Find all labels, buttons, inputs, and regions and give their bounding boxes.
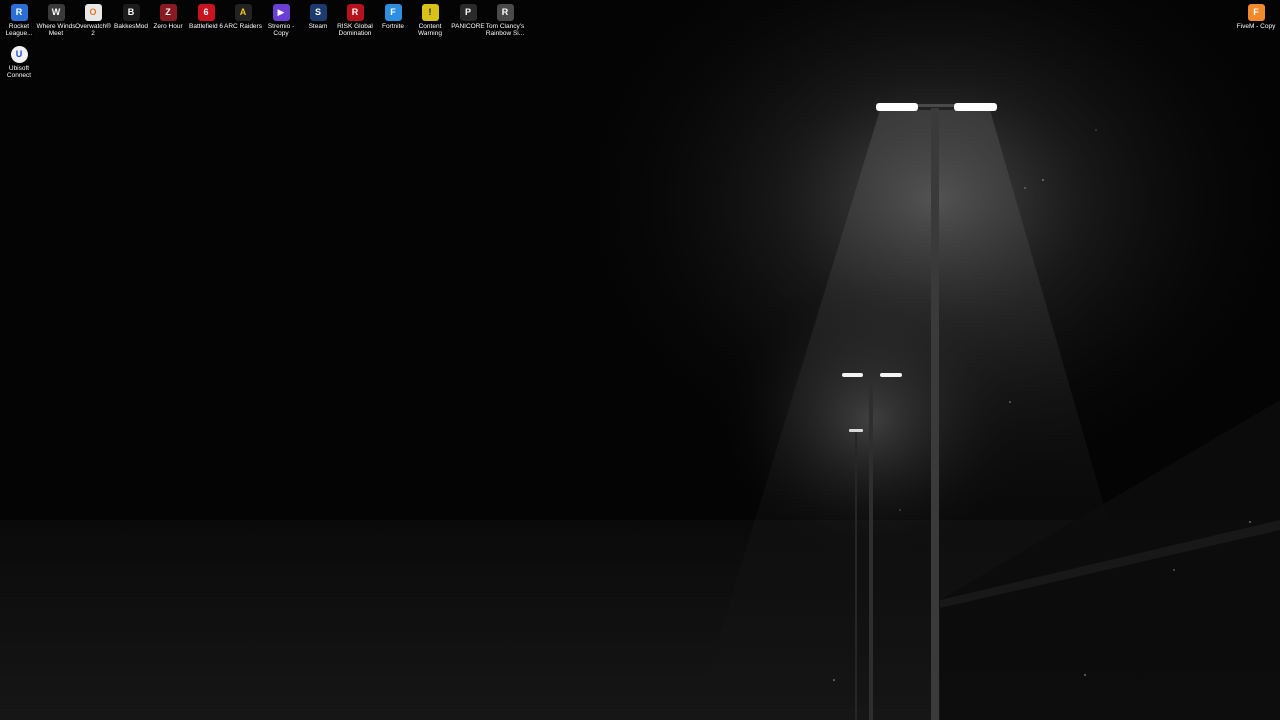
- desktop-icon-label: Content Warning: [418, 23, 442, 38]
- desktop-icon-grid: R Rocket League... W Where Winds Meet O …: [0, 0, 540, 90]
- arc-raiders-icon: A: [234, 4, 252, 21]
- desktop-icon-label: Stremio - Copy: [267, 23, 295, 38]
- desktop-icon-panicore[interactable]: P PANICORE: [449, 0, 487, 40]
- desktop-icon-where-winds-meet[interactable]: W Where Winds Meet: [36, 0, 76, 40]
- desktop-icon-label: Overwatch® 2: [75, 23, 111, 38]
- desktop-icon-content-warning[interactable]: ! Content Warning: [411, 0, 449, 40]
- desktop-icon-ubisoft-connect[interactable]: U Ubisoft Connect: [0, 42, 38, 82]
- desktop-icon-risk[interactable]: R RISK Global Domination: [336, 0, 374, 40]
- desktop-icon-label: RISK Global Domination: [337, 23, 373, 38]
- ubisoft-connect-icon: U: [10, 46, 28, 63]
- rocket-league-icon: R: [10, 4, 28, 21]
- battlefield-icon: 6: [197, 4, 215, 21]
- stremio-icon: ▶: [272, 4, 290, 21]
- desktop-icon-battlefield-6[interactable]: 6 Battlefield 6: [187, 0, 225, 40]
- desktop-icon-label: PANICORE: [451, 23, 485, 30]
- panicore-icon: P: [459, 4, 477, 21]
- desktop-icon-label: Battlefield 6: [189, 23, 223, 30]
- desktop-icon-label: Steam: [308, 23, 328, 30]
- desktop-icon-bakkesmod[interactable]: B BakkesMod: [112, 0, 150, 40]
- desktop-icon-zero-hour[interactable]: Z Zero Hour: [149, 0, 187, 40]
- desktop-icon-fortnite[interactable]: F Fortnite: [374, 0, 412, 40]
- wallpaper-foggy-streetlights: [0, 0, 1280, 720]
- desktop-icon-label: Zero Hour: [153, 23, 183, 30]
- risk-icon: R: [346, 4, 364, 21]
- fortnite-icon: F: [384, 4, 402, 21]
- bakkesmod-icon: B: [122, 4, 140, 21]
- where-winds-meet-icon: W: [47, 4, 65, 21]
- desktop-icon-arc-raiders[interactable]: A ARC Raiders: [224, 0, 262, 40]
- desktop-icon-rocket-league[interactable]: R Rocket League...: [0, 0, 38, 40]
- steam-icon: S: [309, 4, 327, 21]
- desktop-icon-stremio[interactable]: ▶ Stremio - Copy: [262, 0, 300, 40]
- desktop: R Rocket League... W Where Winds Meet O …: [0, 0, 1280, 720]
- fivem-icon: F: [1247, 4, 1265, 21]
- desktop-icon-label: Tom Clancy's Rainbow Si...: [485, 23, 525, 38]
- rainbow-six-icon: R: [496, 4, 514, 21]
- desktop-icon-overwatch[interactable]: O Overwatch® 2: [74, 0, 112, 40]
- desktop-icon-steam[interactable]: S Steam: [299, 0, 337, 40]
- desktop-icon-label: BakkesMod: [114, 23, 148, 30]
- desktop-icon-label: Ubisoft Connect: [6, 65, 32, 80]
- desktop-icon-fivem[interactable]: F FiveM - Copy: [1237, 0, 1275, 40]
- desktop-icon-label: Fortnite: [381, 23, 405, 30]
- desktop-icon-label: ARC Raiders: [224, 23, 262, 30]
- zero-hour-icon: Z: [159, 4, 177, 21]
- desktop-icon-label: FiveM - Copy: [1236, 23, 1276, 30]
- overwatch-icon: O: [84, 4, 102, 21]
- content-warning-icon: !: [421, 4, 439, 21]
- desktop-icon-label: Where Winds Meet: [36, 23, 76, 38]
- desktop-icon-label: Rocket League...: [5, 23, 33, 38]
- desktop-icon-rainbow-six[interactable]: R Tom Clancy's Rainbow Si...: [486, 0, 524, 40]
